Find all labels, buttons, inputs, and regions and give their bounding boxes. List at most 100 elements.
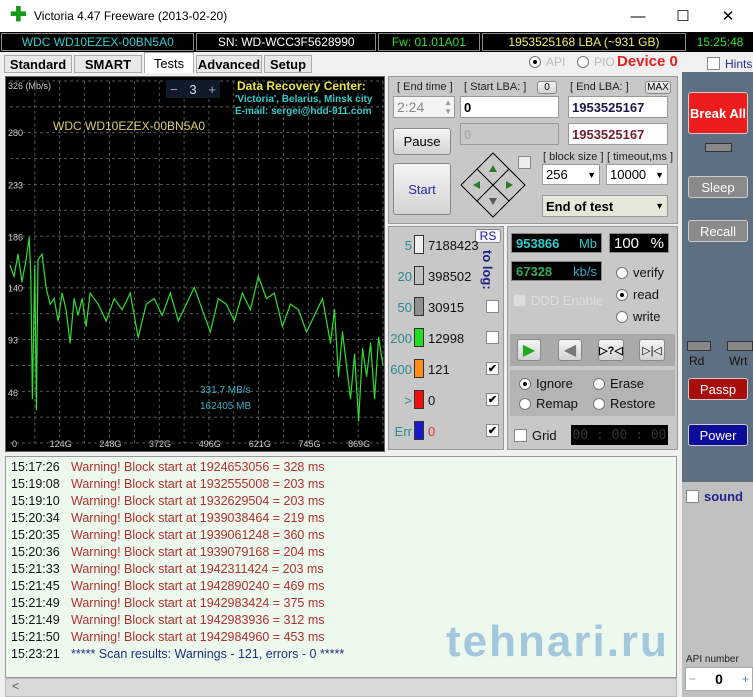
spin-icon[interactable]: ▲ ▼ [444,98,454,116]
maximize-button[interactable]: ☐ [660,0,706,32]
threshold-count: 30915 [428,300,465,315]
speed-data-point [329,342,332,344]
speed-data-point [177,320,179,322]
threshold-label: 20 [397,269,412,284]
butterfly-icon[interactable]: ▷|◁ [639,339,665,361]
threshold-color-swatch [414,297,424,316]
speed-data-point [65,309,67,311]
sound-checkbox[interactable] [686,490,699,503]
end-time-input[interactable]: 2:24 ▲ ▼ [393,96,455,118]
end-time-value: 2:24 [397,99,425,115]
play-forward-icon[interactable]: ▶ [517,339,541,361]
scroll-left-icon[interactable]: < [12,679,19,693]
speed-data-point [13,275,15,278]
speed-data-point [305,331,308,333]
chevron-down-icon: ▼ [655,201,664,211]
speed-data-point [209,331,211,333]
log-horizontal-scrollbar[interactable]: < [5,678,677,697]
log-checkbox[interactable]: ✔ [486,424,499,437]
grid-checkbox[interactable]: Grid [514,428,557,443]
remap-radio[interactable]: Remap [519,396,578,411]
pio-radio-circle [577,56,589,68]
y-tick-label: 186 [8,232,23,242]
read-label: read [633,287,660,302]
speed-data-point [85,325,87,328]
ignore-radio[interactable]: Ignore [519,376,573,391]
api-number-stepper[interactable]: − 0 + [685,667,753,691]
ddd-enable-checkbox[interactable]: DDD Enable [513,293,603,308]
tab-smart[interactable]: SMART [74,55,142,73]
end-lba-input[interactable]: 1953525167 [568,96,668,118]
log-checkbox[interactable]: ✔ [486,362,499,375]
rs-button[interactable]: RS [475,229,501,243]
direction-pad[interactable] [460,152,526,218]
speed-data-point [9,264,11,266]
drive-info-bar: WDC WD10EZEX-00BN5A0 SN: WD-WCC3F5628990… [0,32,753,52]
verify-radio-circle [616,266,628,279]
speed-data-point [233,320,235,322]
tab-advanced[interactable]: Advanced [196,55,262,73]
end-action-select[interactable]: End of test ▼ [542,195,668,217]
x-tick-label: 869G [348,439,370,449]
minimize-button[interactable]: — [615,0,661,32]
grid-label: Grid [532,428,557,443]
log-checkbox[interactable] [486,331,499,344]
speed-data-point [337,375,340,377]
log-checkbox[interactable] [486,300,499,313]
log-message: Warning! Block start at 1924653056 = 328… [71,460,325,474]
speed-data-point [357,420,360,422]
max-button[interactable]: MAX [645,81,671,94]
grid-checkbox-box [514,429,527,442]
timeout-select[interactable]: 10000 ▼ [606,164,668,185]
tab-tests[interactable]: Tests [144,52,194,73]
log-row: 15:21:50 Warning! Block start at 19429849… [11,630,325,644]
log-message: ***** Scan results: Warnings - 121, erro… [71,647,345,661]
api-number-label: API number [686,654,739,665]
passp-button[interactable]: Passp [688,378,748,400]
write-radio[interactable]: write [616,309,660,324]
chevron-down-icon: ▼ [655,169,664,180]
read-radio-circle [616,288,628,301]
play-backward-icon[interactable]: ◀ [558,339,582,361]
log-checkbox[interactable]: ✔ [486,393,499,406]
start-lba-input[interactable]: 0 [460,96,559,118]
restore-radio[interactable]: Restore [593,396,656,411]
pio-radio[interactable]: PIO [577,55,615,69]
speed-data-point [129,292,131,294]
write-radio-circle [616,310,628,323]
y-tick-label: 280 [8,128,23,138]
scale-minus-button[interactable]: − [170,82,178,97]
pad-checkbox[interactable] [518,156,531,169]
tab-setup[interactable]: Setup [264,55,312,73]
start-button[interactable]: Start [393,163,451,215]
speed-data-point [377,336,380,339]
start-lba-zero-button[interactable]: 0 [537,81,557,94]
tab-standard[interactable]: Standard [4,55,72,73]
x-tick-label: 621G [249,439,271,449]
drc-line1: 'Victoria', Belarus, Minsk city [235,94,373,105]
block-size-select[interactable]: 256 ▼ [542,164,600,185]
random-seek-icon[interactable]: ▷?◁ [598,339,624,361]
pause-button[interactable]: Pause [393,128,451,155]
x-tick-label: 372G [149,439,171,449]
api-plus-button[interactable]: + [742,672,749,686]
threshold-count: 398502 [428,269,472,284]
power-button[interactable]: Power [688,424,748,446]
erase-radio[interactable]: Erase [593,376,644,391]
break-all-button[interactable]: Break All [688,92,748,134]
scale-plus-button[interactable]: + [208,82,216,97]
sound-label: sound [704,489,743,504]
y-tick-label: 46 [8,388,18,398]
pio-label: PIO [594,55,615,69]
verify-radio[interactable]: verify [616,265,664,280]
recall-button[interactable]: Recall [688,220,748,242]
threshold-label: 200 [390,331,412,346]
api-minus-button[interactable]: − [689,672,696,686]
api-radio[interactable]: API [529,55,565,69]
hints-checkbox[interactable] [707,57,720,70]
close-button[interactable]: ✕ [705,0,751,32]
start-lba-label: [ Start LBA: ] [464,81,527,93]
sleep-button[interactable]: Sleep [688,176,748,198]
read-radio[interactable]: read [616,287,659,302]
end-lba-readout: 1953525167 [568,123,668,145]
